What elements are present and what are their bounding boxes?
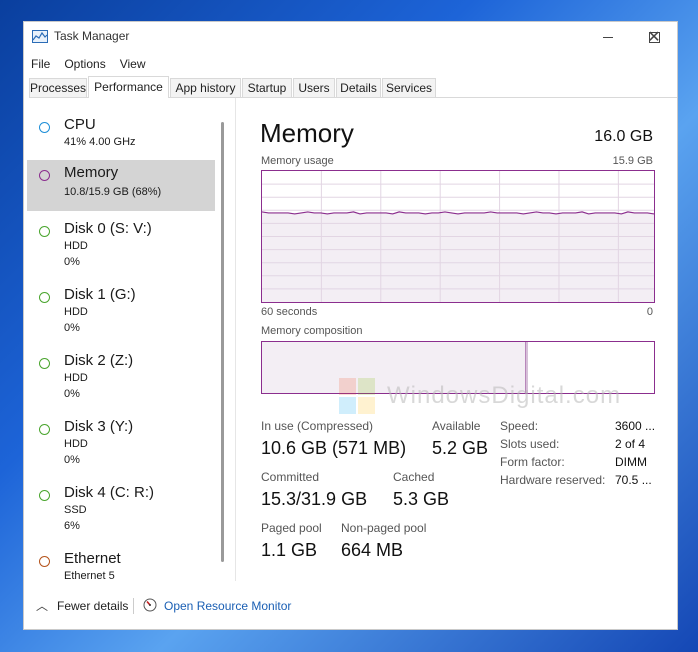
memory-composition-label: Memory composition — [261, 325, 363, 337]
resource-usage: 0% — [64, 388, 80, 400]
resource-item-ethernet[interactable]: Ethernet Ethernet 5 — [27, 546, 215, 580]
resource-name: Disk 2 (Z:) — [64, 352, 134, 369]
resource-item-disk-3[interactable]: Disk 3 (Y:) HDD 0% — [27, 414, 215, 474]
spec-form-factor-value: DIMM — [615, 455, 647, 469]
committed-label: Committed — [261, 470, 320, 484]
resource-item-cpu[interactable]: CPU 41% 4.00 GHz — [27, 112, 215, 156]
resource-item-memory[interactable]: Memory 10.8/15.9 GB (68%) — [27, 160, 215, 211]
resource-type: HDD — [64, 306, 88, 318]
resource-usage: 0% — [64, 256, 80, 268]
in-use-label: In use (Compressed) — [261, 419, 374, 433]
resource-type: SSD — [64, 504, 87, 516]
resource-type: HDD — [64, 240, 88, 252]
disk-indicator-icon — [39, 226, 50, 237]
resource-name: Disk 3 (Y:) — [64, 418, 134, 435]
spec-slots-value: 2 of 4 — [615, 437, 646, 451]
resource-item-disk-0[interactable]: Disk 0 (S: V:) HDD 0% — [27, 216, 215, 276]
disk-indicator-icon — [39, 424, 50, 435]
disk-indicator-icon — [39, 292, 50, 303]
spec-hw-reserved-value: 70.5 ... — [615, 473, 652, 487]
resource-name: Disk 1 (G:) — [64, 286, 136, 303]
non-paged-pool-label: Non-paged pool — [341, 521, 427, 535]
task-manager-window: Task Manager ✕ File Options View Process… — [23, 21, 678, 630]
close-button[interactable]: ✕ — [631, 22, 677, 52]
menu-bar: File Options View — [24, 54, 153, 74]
paged-pool-label: Paged pool — [261, 521, 322, 535]
window-title: Task Manager — [54, 29, 130, 43]
menu-options[interactable]: Options — [57, 54, 112, 74]
resource-detail: Ethernet 5 — [64, 570, 115, 580]
menu-file[interactable]: File — [24, 54, 57, 74]
tab-app-history[interactable]: App history — [170, 78, 241, 97]
tab-strip: Processes Performance App history Startu… — [29, 76, 677, 98]
disk-indicator-icon — [39, 490, 50, 501]
cached-value: 5.3 GB — [393, 489, 450, 509]
watermark-text: WindowsDigital.com — [387, 382, 622, 409]
tab-performance[interactable]: Performance — [88, 76, 169, 98]
tab-details[interactable]: Details — [336, 78, 381, 97]
disk-indicator-icon — [39, 358, 50, 369]
memory-usage-label: Memory usage — [261, 155, 334, 167]
memory-usage-chart — [261, 171, 655, 302]
resource-list: CPU 41% 4.00 GHz Memory 10.8/15.9 GB (68… — [24, 98, 219, 580]
tab-users[interactable]: Users — [293, 78, 335, 97]
resource-monitor-icon[interactable] — [143, 598, 157, 612]
resource-name: Ethernet — [64, 550, 121, 567]
resource-usage: 6% — [64, 520, 80, 532]
spec-slots-label: Slots used: — [500, 437, 560, 451]
tab-processes[interactable]: Processes — [29, 78, 87, 97]
open-resource-monitor-link[interactable]: Open Resource Monitor — [164, 599, 291, 613]
resource-type: HDD — [64, 372, 88, 384]
resource-name: Disk 0 (S: V:) — [64, 220, 152, 237]
resource-usage: 0% — [64, 322, 80, 334]
resource-item-disk-1[interactable]: Disk 1 (G:) HDD 0% — [27, 282, 215, 342]
committed-value: 15.3/31.9 GB — [261, 489, 368, 509]
in-use-value: 10.6 GB (571 MB) — [261, 438, 407, 458]
available-value: 5.2 GB — [432, 438, 489, 458]
resource-detail: 41% 4.00 GHz — [64, 136, 136, 148]
footer-bar: ︿ Fewer details Open Resource Monitor — [24, 596, 677, 616]
spec-speed-value: 3600 ... — [615, 419, 656, 433]
task-manager-app-icon — [32, 30, 48, 43]
resource-usage: 0% — [64, 454, 80, 466]
resource-item-disk-4[interactable]: Disk 4 (C: R:) SSD 6% — [27, 480, 215, 540]
resource-name: CPU — [64, 116, 96, 133]
resource-name: Disk 4 (C: R:) — [64, 484, 154, 501]
minimize-button[interactable] — [585, 22, 631, 52]
cpu-indicator-icon — [39, 122, 50, 133]
resource-detail: 10.8/15.9 GB (68%) — [64, 186, 162, 198]
memory-total: 16.0 GB — [594, 128, 653, 145]
time-axis-start: 60 seconds — [261, 306, 318, 318]
memory-usage-max: 15.9 GB — [612, 155, 653, 167]
scrollbar-thumb[interactable] — [221, 122, 224, 562]
page-title: Memory — [260, 118, 354, 148]
cached-label: Cached — [393, 470, 435, 484]
title-bar[interactable]: Task Manager — [24, 22, 677, 52]
available-label: Available — [432, 419, 481, 433]
tab-startup[interactable]: Startup — [242, 78, 292, 97]
spec-speed-label: Speed: — [500, 419, 539, 433]
non-paged-pool-value: 664 MB — [341, 540, 404, 560]
minimize-icon — [603, 36, 613, 38]
chevron-up-icon[interactable]: ︿ — [36, 597, 48, 614]
footer-separator — [133, 598, 134, 614]
spec-hw-reserved-label: Hardware reserved: — [500, 473, 606, 487]
memory-usage-graph — [261, 170, 655, 303]
resource-type: HDD — [64, 438, 88, 450]
fewer-details-button[interactable]: Fewer details — [57, 599, 128, 613]
ethernet-indicator-icon — [39, 556, 50, 567]
menu-view[interactable]: View — [113, 54, 153, 74]
paged-pool-value: 1.1 GB — [261, 540, 318, 560]
resource-item-disk-2[interactable]: Disk 2 (Z:) HDD 0% — [27, 348, 215, 408]
tab-services[interactable]: Services — [382, 78, 436, 97]
pane-divider — [235, 98, 236, 581]
resource-name: Memory — [64, 164, 119, 181]
time-axis-end: 0 — [646, 306, 653, 318]
resource-list-scrollbar[interactable] — [221, 122, 225, 562]
close-icon: ✕ — [647, 29, 661, 46]
spec-form-factor-label: Form factor: — [500, 455, 565, 469]
memory-indicator-icon — [39, 170, 50, 181]
